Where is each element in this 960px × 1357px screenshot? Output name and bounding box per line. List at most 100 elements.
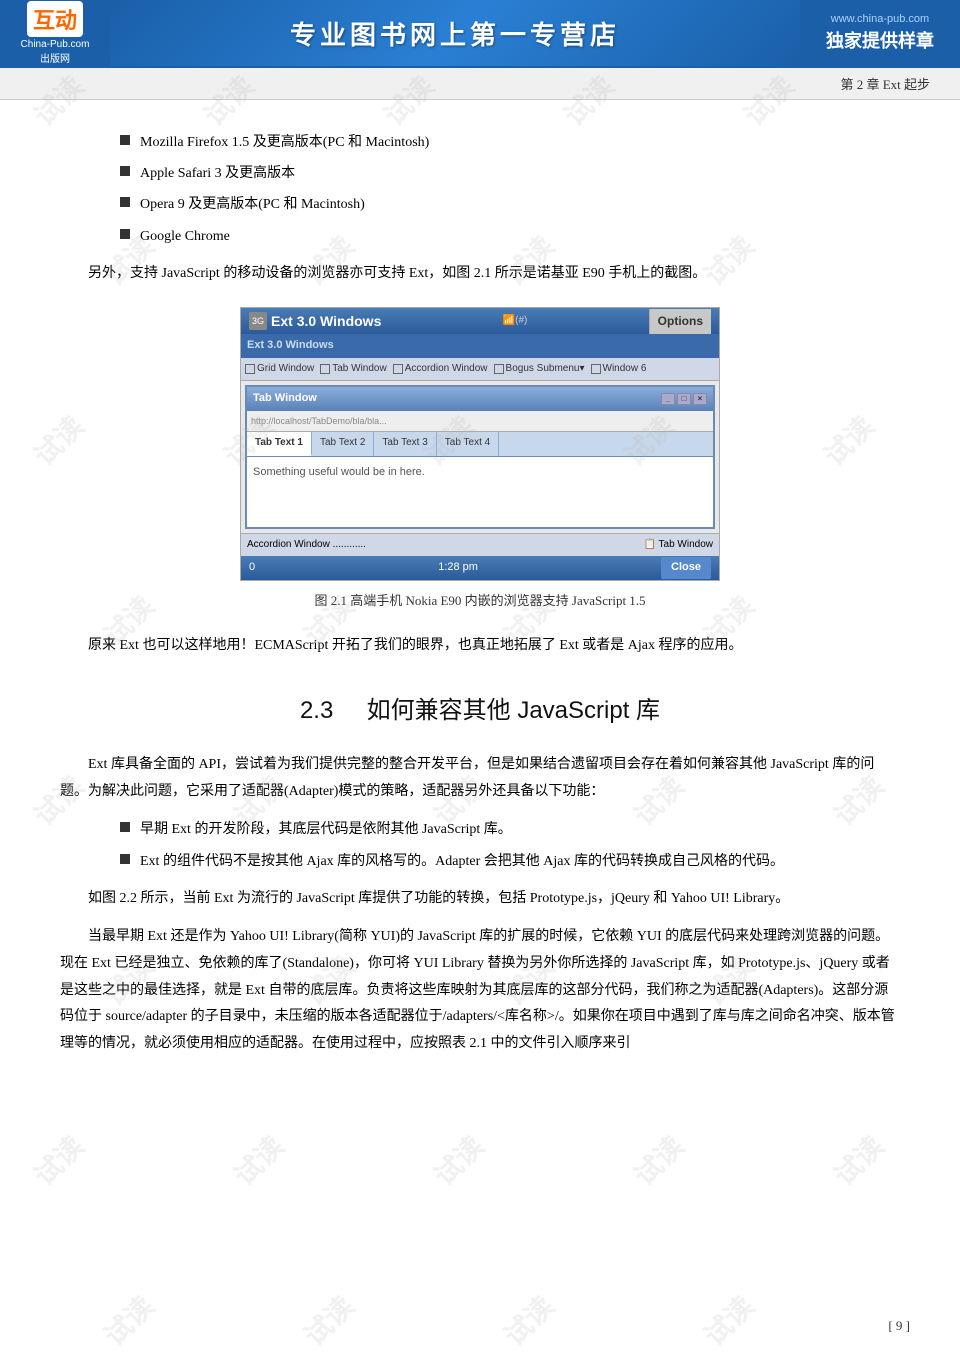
- nokia-win-body: Something useful would be in here.: [247, 457, 713, 527]
- paragraph-1: 另外，支持 JavaScript 的移动设备的浏览器亦可支持 Ext，如图 2.…: [60, 261, 900, 288]
- nokia-header-left: 3G Ext 3.0 Windows: [249, 309, 381, 334]
- nokia-menubar-text: Ext 3.0 Windows: [247, 339, 334, 351]
- section-number: 2.3: [300, 697, 333, 724]
- list-item-text: Google Chrome: [140, 224, 230, 249]
- toolbar-checkbox-1: [245, 364, 255, 374]
- bullet-icon-3: [120, 197, 130, 207]
- header-right: www.china-pub.com 独家提供样章: [800, 0, 960, 66]
- toolbar-item-label: Window 6: [603, 360, 647, 378]
- figure-2-1: 3G Ext 3.0 Windows 📶(#) Options Ext 3.0 …: [60, 307, 900, 612]
- watermark-32: 试读: [824, 1126, 892, 1194]
- toolbar-tab-window: Tab Window: [320, 360, 386, 378]
- toolbar-checkbox-4: [494, 364, 504, 374]
- list-item-text: Opera 9 及更高版本(PC 和 Macintosh): [140, 192, 365, 217]
- nokia-win-title-text: Tab Window: [253, 389, 317, 409]
- win-ctrl-close: ×: [693, 393, 707, 405]
- toolbar-accordion-window: Accordion Window: [393, 360, 488, 378]
- toolbar-checkbox-5: [591, 364, 601, 374]
- bullet-icon-4: [120, 229, 130, 239]
- nokia-close-button: Close: [661, 557, 711, 579]
- list-item-chrome: Google Chrome: [120, 224, 900, 249]
- list-item-text: Ext 的组件代码不是按其他 Ajax 库的风格写的。Adapter 会把其他 …: [140, 849, 784, 874]
- nokia-content-text: Something useful would be in here.: [253, 466, 425, 478]
- list-item-adapter-2: Ext 的组件代码不是按其他 Ajax 库的风格写的。Adapter 会把其他 …: [120, 849, 900, 874]
- browser-list: Mozilla Firefox 1.5 及更高版本(PC 和 Macintosh…: [120, 130, 900, 249]
- paragraph-3: Ext 库具备全面的 API，尝试着为我们提供完整的整合开发平台，但是如果结合遗…: [60, 752, 900, 805]
- nokia-footer-bar: 0 1:28 pm Close: [241, 556, 719, 580]
- list-item-text: Mozilla Firefox 1.5 及更高版本(PC 和 Macintosh…: [140, 130, 429, 155]
- page-content: Mozilla Firefox 1.5 及更高版本(PC 和 Macintosh…: [0, 100, 960, 1109]
- nokia-tab-3: Tab Text 3: [374, 432, 436, 456]
- nokia-bottom-right: 📋 Tab Window: [643, 536, 713, 554]
- list-item-adapter-1: 早期 Ext 的开发阶段，其底层代码是依附其他 JavaScript 库。: [120, 817, 900, 842]
- list-item-safari: Apple Safari 3 及更高版本: [120, 161, 900, 186]
- nokia-win-titlebar: Tab Window _ □ ×: [247, 387, 713, 411]
- nokia-3g-badge: 3G: [249, 312, 267, 330]
- figure-caption: 图 2.1 高端手机 Nokia E90 内嵌的浏览器支持 JavaScript…: [314, 589, 645, 612]
- bullet-icon-5: [120, 822, 130, 832]
- watermark-34: 试读: [294, 1286, 362, 1354]
- header-exclusive: 独家提供样章: [826, 27, 934, 53]
- chapter-bar: 第 2 章 Ext 起步: [0, 68, 960, 100]
- toolbar-item-label: Accordion Window: [405, 360, 488, 378]
- nokia-tabs-bar: Tab Text 1 Tab Text 2 Tab Text 3 Tab Tex…: [247, 432, 713, 457]
- win-ctrl-restore: □: [677, 393, 691, 405]
- watermark-36: 试读: [694, 1286, 762, 1354]
- toolbar-grid-window: Grid Window: [245, 360, 314, 378]
- list-item-opera: Opera 9 及更高版本(PC 和 Macintosh): [120, 192, 900, 217]
- header-url: www.china-pub.com: [831, 13, 929, 25]
- nokia-menubar: Ext 3.0 Windows: [241, 334, 719, 358]
- toolbar-item-label: Grid Window: [257, 360, 314, 378]
- header-center: 专业图书网上第一专营店: [110, 0, 800, 66]
- chapter-bar-text: 第 2 章 Ext 起步: [840, 74, 930, 93]
- toolbar-checkbox-3: [393, 364, 403, 374]
- section-title: 2.3 如何兼容其他 JavaScript 库: [60, 689, 900, 732]
- bullet-icon-1: [120, 135, 130, 145]
- nokia-url-text: http://localhost/TabDemo/bla/bla...: [251, 416, 387, 426]
- nokia-header: 3G Ext 3.0 Windows 📶(#) Options: [241, 308, 719, 334]
- nokia-toolbar: Grid Window Tab Window Accordion Window …: [241, 358, 719, 381]
- nokia-tab-4: Tab Text 4: [437, 432, 499, 456]
- toolbar-window-6: Window 6: [591, 360, 647, 378]
- watermark-30: 试读: [424, 1126, 492, 1194]
- logo-sitename: 出版网: [40, 50, 70, 65]
- toolbar-item-label: Bogus Submenu▾: [506, 360, 585, 378]
- watermark-35: 试读: [494, 1286, 562, 1354]
- watermark-28: 试读: [24, 1126, 92, 1194]
- nokia-win-controls: _ □ ×: [661, 393, 707, 405]
- nokia-url-bar: http://localhost/TabDemo/bla/bla...: [247, 411, 713, 432]
- nokia-tab-1: Tab Text 1: [247, 432, 312, 456]
- win-ctrl-minimize: _: [661, 393, 675, 405]
- section-heading-2-3: 2.3 如何兼容其他 JavaScript 库: [60, 689, 900, 732]
- page-header: 互动 China-Pub.com 出版网 专业图书网上第一专营店 www.chi…: [0, 0, 960, 68]
- logo-icon: 互动: [27, 1, 83, 37]
- toolbar-checkbox-2: [320, 364, 330, 374]
- section-title-text: 如何兼容其他 JavaScript 库: [367, 697, 660, 724]
- list-item-text: Apple Safari 3 及更高版本: [140, 161, 295, 186]
- logo-subtext: China-Pub.com: [21, 39, 90, 50]
- nokia-bottom-bar: Accordion Window ............ 📋 Tab Wind…: [241, 533, 719, 556]
- logo: 互动 China-Pub.com 出版网: [0, 0, 110, 66]
- paragraph-2: 原来 Ext 也可以这样地用！ECMAScript 开拓了我们的眼界，也真正地拓…: [60, 633, 900, 660]
- nokia-screen: 3G Ext 3.0 Windows 📶(#) Options Ext 3.0 …: [240, 307, 720, 581]
- bullet-icon-2: [120, 166, 130, 176]
- nokia-tab-window: Tab Window _ □ × http://localhost/TabDem…: [245, 385, 715, 529]
- watermark-33: 试读: [94, 1286, 162, 1354]
- watermark-31: 试读: [624, 1126, 692, 1194]
- nokia-signal: 📶(#): [503, 312, 528, 330]
- nokia-title: Ext 3.0 Windows: [271, 309, 381, 334]
- page-number: [ 9 ]: [888, 1314, 910, 1337]
- watermark-29: 试读: [224, 1126, 292, 1194]
- bullet-icon-6: [120, 854, 130, 864]
- toolbar-bogus-submenu: Bogus Submenu▾: [494, 360, 585, 378]
- nokia-footer-time: 1:28 pm: [438, 558, 478, 578]
- paragraph-4: 如图 2.2 所示，当前 Ext 为流行的 JavaScript 库提供了功能的…: [60, 886, 900, 913]
- nokia-footer-left: 0: [249, 558, 255, 578]
- list-item-firefox: Mozilla Firefox 1.5 及更高版本(PC 和 Macintosh…: [120, 130, 900, 155]
- nokia-bottom-left: Accordion Window ............: [247, 536, 366, 554]
- list-item-text: 早期 Ext 的开发阶段，其底层代码是依附其他 JavaScript 库。: [140, 817, 512, 842]
- toolbar-item-label: Tab Window: [332, 360, 386, 378]
- nokia-options-button: Options: [649, 309, 711, 335]
- nokia-tab-2: Tab Text 2: [312, 432, 374, 456]
- adapter-list: 早期 Ext 的开发阶段，其底层代码是依附其他 JavaScript 库。 Ex…: [120, 817, 900, 873]
